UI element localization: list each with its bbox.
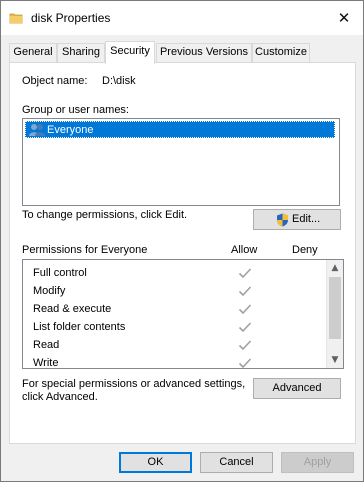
group-user-names-label: Group or user names: bbox=[22, 104, 129, 116]
permission-row: Read bbox=[33, 338, 323, 356]
title-bar[interactable]: disk Properties ✕ bbox=[1, 1, 363, 35]
advanced-button[interactable]: Advanced bbox=[253, 378, 341, 399]
allow-check-icon bbox=[238, 340, 252, 351]
allow-check-icon bbox=[238, 322, 252, 333]
uac-shield-icon bbox=[277, 213, 288, 227]
security-panel: Object name: D:\disk Group or user names… bbox=[9, 62, 356, 444]
permission-name: Read bbox=[33, 339, 60, 351]
allow-check-icon bbox=[238, 304, 252, 315]
deny-header: Deny bbox=[292, 244, 318, 256]
user-name: Everyone bbox=[47, 124, 94, 136]
permissions-listbox[interactable]: Full control Modify Read & execute List … bbox=[22, 259, 344, 369]
permission-row: List folder contents bbox=[33, 320, 323, 338]
window-title: disk Properties bbox=[31, 11, 111, 25]
permissions-scrollbar[interactable]: ▲ ▼ bbox=[326, 260, 343, 368]
apply-button[interactable]: Apply bbox=[281, 452, 354, 473]
close-button[interactable]: ✕ bbox=[333, 7, 355, 29]
permission-row: Read & execute bbox=[33, 302, 323, 320]
tab-general[interactable]: General bbox=[9, 43, 57, 62]
object-name-label: Object name: bbox=[22, 75, 88, 87]
change-permissions-hint: To change permissions, click Edit. bbox=[22, 209, 188, 221]
allow-check-icon bbox=[238, 358, 252, 368]
permission-name: Modify bbox=[33, 285, 66, 297]
permission-row: Full control bbox=[33, 266, 323, 284]
folder-icon bbox=[9, 13, 23, 24]
edit-button[interactable]: Edit... bbox=[253, 209, 341, 230]
tab-sharing[interactable]: Sharing bbox=[57, 43, 105, 62]
scroll-up-icon[interactable]: ▲ bbox=[327, 260, 343, 276]
permission-row: Modify bbox=[33, 284, 323, 302]
allow-check-icon bbox=[238, 268, 252, 279]
tab-customize[interactable]: Customize bbox=[252, 43, 310, 62]
advanced-hint-line-2: click Advanced. bbox=[22, 391, 98, 403]
permission-row: Write bbox=[33, 356, 323, 368]
user-row-everyone[interactable]: Everyone bbox=[25, 121, 335, 138]
permission-name: Write bbox=[33, 357, 59, 368]
scroll-thumb[interactable] bbox=[329, 277, 341, 339]
permission-name: Read & execute bbox=[33, 303, 112, 315]
advanced-hint-line-1: For special permissions or advanced sett… bbox=[22, 378, 246, 390]
tab-security[interactable]: Security bbox=[105, 41, 155, 64]
object-name-value: D:\disk bbox=[102, 75, 136, 87]
ok-button[interactable]: OK bbox=[119, 452, 192, 473]
allow-check-icon bbox=[238, 286, 252, 297]
permission-name: List folder contents bbox=[33, 321, 126, 333]
edit-button-label: Edit... bbox=[292, 213, 321, 225]
tab-previous-versions[interactable]: Previous Versions bbox=[156, 43, 252, 62]
scroll-down-icon[interactable]: ▼ bbox=[327, 352, 343, 368]
permission-name: Full control bbox=[33, 267, 87, 279]
allow-header: Allow bbox=[231, 244, 258, 256]
users-icon bbox=[29, 124, 45, 136]
users-listbox[interactable]: Everyone bbox=[22, 118, 340, 206]
close-icon: ✕ bbox=[337, 9, 351, 27]
cancel-button[interactable]: Cancel bbox=[200, 452, 273, 473]
properties-window: disk Properties ✕ General Sharing Securi… bbox=[0, 0, 364, 482]
permissions-for-label: Permissions for Everyone bbox=[22, 244, 148, 256]
